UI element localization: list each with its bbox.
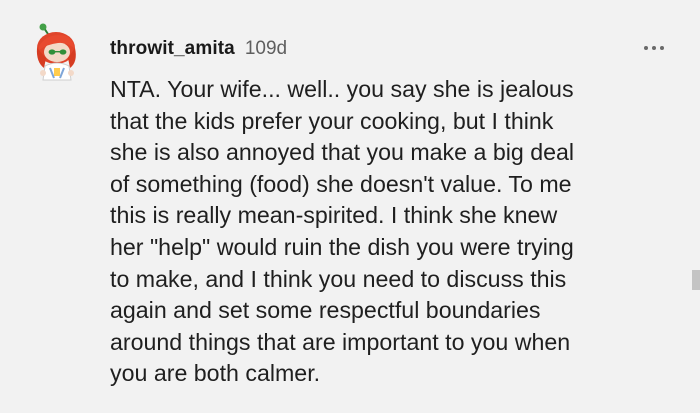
user-avatar-icon[interactable] — [30, 18, 86, 82]
more-options-icon — [644, 46, 648, 50]
comment-header: throwit_amita 109d — [110, 38, 287, 62]
scrollbar-thumb[interactable] — [692, 270, 700, 290]
comment-age: 109d — [244, 38, 288, 59]
comment-body: NTA. Your wife... well.. you say she is … — [110, 76, 575, 387]
username-link[interactable]: throwit_amita — [110, 38, 235, 60]
more-options-icon — [660, 46, 664, 50]
more-options-icon — [652, 46, 656, 50]
more-options-button[interactable] — [638, 38, 670, 58]
comment: throwit_amita 109d NTA. Your wife... wel… — [0, 0, 700, 413]
